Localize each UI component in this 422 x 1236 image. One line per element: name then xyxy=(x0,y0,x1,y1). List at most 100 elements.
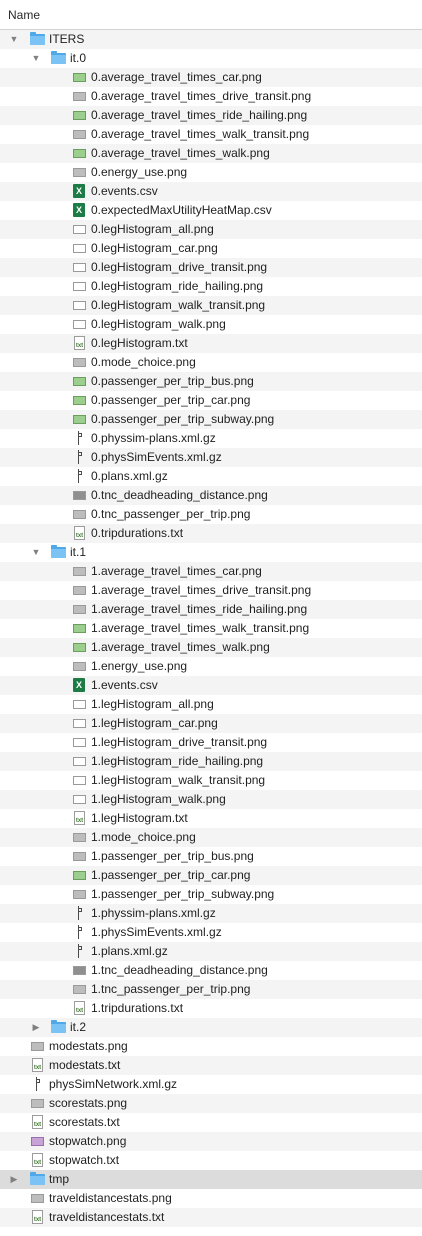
file-row[interactable]: 1.tnc_passenger_per_trip.png xyxy=(0,980,422,999)
file-name: 0.legHistogram_ride_hailing.png xyxy=(91,279,264,293)
image-file-icon xyxy=(72,355,86,369)
file-row[interactable]: 0.average_travel_times_ride_hailing.png xyxy=(0,106,422,125)
disclosure-collapsed-icon[interactable]: ▶ xyxy=(30,1018,42,1037)
image-file-icon xyxy=(30,1134,44,1148)
file-row[interactable]: 1.mode_choice.png xyxy=(0,828,422,847)
file-row[interactable]: 1.passenger_per_trip_subway.png xyxy=(0,885,422,904)
file-row[interactable]: 1.average_travel_times_walk_transit.png xyxy=(0,619,422,638)
file-row[interactable]: 1.legHistogram_all.png xyxy=(0,695,422,714)
file-row[interactable]: X 0.events.csv xyxy=(0,182,422,201)
file-row[interactable]: 0.physSimEvents.xml.gz xyxy=(0,448,422,467)
file-name: 0.physsim-plans.xml.gz xyxy=(91,431,216,445)
file-row[interactable]: 0.average_travel_times_walk.png xyxy=(0,144,422,163)
file-row[interactable]: 1.average_travel_times_drive_transit.png xyxy=(0,581,422,600)
file-row[interactable]: 1.legHistogram_drive_transit.png xyxy=(0,733,422,752)
file-row[interactable]: 0.passenger_per_trip_car.png xyxy=(0,391,422,410)
disclosure-expanded-icon[interactable]: ▼ xyxy=(30,49,42,68)
file-row[interactable]: 1.passenger_per_trip_car.png xyxy=(0,866,422,885)
file-row[interactable]: 1.energy_use.png xyxy=(0,657,422,676)
file-name: 1.average_travel_times_drive_transit.png xyxy=(91,583,312,597)
file-row[interactable]: 1.physsim-plans.xml.gz xyxy=(0,904,422,923)
file-name: 0.legHistogram_walk.png xyxy=(91,317,226,331)
file-row[interactable]: 1.legHistogram_ride_hailing.png xyxy=(0,752,422,771)
image-file-icon xyxy=(30,1039,44,1053)
file-row[interactable]: 0.passenger_per_trip_subway.png xyxy=(0,410,422,429)
file-row[interactable]: 1.legHistogram_car.png xyxy=(0,714,422,733)
file-name: 1.legHistogram_walk_transit.png xyxy=(91,773,266,787)
folder-row[interactable]: ▶ tmp xyxy=(0,1170,422,1189)
file-row[interactable]: 0.mode_choice.png xyxy=(0,353,422,372)
folder-row[interactable]: ▼ it.1 xyxy=(0,543,422,562)
file-row[interactable]: 0.legHistogram_all.png xyxy=(0,220,422,239)
image-file-icon xyxy=(72,659,86,673)
file-row[interactable]: txt modestats.txt xyxy=(0,1056,422,1075)
disclosure-expanded-icon[interactable]: ▼ xyxy=(30,543,42,562)
image-file-icon xyxy=(72,697,86,711)
file-row[interactable]: 0.legHistogram_drive_transit.png xyxy=(0,258,422,277)
file-row[interactable]: 0.energy_use.png xyxy=(0,163,422,182)
file-row[interactable]: 0.passenger_per_trip_bus.png xyxy=(0,372,422,391)
file-row[interactable]: txt 1.tripdurations.txt xyxy=(0,999,422,1018)
file-name: 0.physSimEvents.xml.gz xyxy=(91,450,222,464)
column-header: Name xyxy=(0,0,422,30)
file-row[interactable]: X 0.expectedMaxUtilityHeatMap.csv xyxy=(0,201,422,220)
file-row[interactable]: 1.physSimEvents.xml.gz xyxy=(0,923,422,942)
file-row[interactable]: 0.tnc_passenger_per_trip.png xyxy=(0,505,422,524)
image-file-icon xyxy=(72,260,86,274)
file-row[interactable]: X 1.events.csv xyxy=(0,676,422,695)
file-name: 0.average_travel_times_drive_transit.png xyxy=(91,89,312,103)
file-row[interactable]: txt scorestats.txt xyxy=(0,1113,422,1132)
disclosure-expanded-icon[interactable]: ▼ xyxy=(8,30,20,49)
name-column-header[interactable]: Name xyxy=(8,8,40,22)
disclosure-collapsed-icon[interactable]: ▶ xyxy=(8,1170,20,1189)
folder-row[interactable]: ▼ it.0 xyxy=(0,49,422,68)
file-row[interactable]: 1.plans.xml.gz xyxy=(0,942,422,961)
file-row[interactable]: 0.legHistogram_walk.png xyxy=(0,315,422,334)
file-row[interactable]: txt 0.legHistogram.txt xyxy=(0,334,422,353)
file-row[interactable]: 0.tnc_deadheading_distance.png xyxy=(0,486,422,505)
file-row[interactable]: 0.legHistogram_walk_transit.png xyxy=(0,296,422,315)
image-file-icon xyxy=(72,602,86,616)
file-row[interactable]: txt stopwatch.txt xyxy=(0,1151,422,1170)
file-row[interactable]: 1.passenger_per_trip_bus.png xyxy=(0,847,422,866)
file-name: 0.legHistogram.txt xyxy=(91,336,188,350)
folder-row[interactable]: ▶ it.2 xyxy=(0,1018,422,1037)
file-row[interactable]: 1.average_travel_times_walk.png xyxy=(0,638,422,657)
image-file-icon xyxy=(72,564,86,578)
file-row[interactable]: physSimNetwork.xml.gz xyxy=(0,1075,422,1094)
file-row[interactable]: 0.legHistogram_ride_hailing.png xyxy=(0,277,422,296)
file-row[interactable]: 0.average_travel_times_walk_transit.png xyxy=(0,125,422,144)
file-name: 0.average_travel_times_ride_hailing.png xyxy=(91,108,308,122)
file-row[interactable]: 1.average_travel_times_ride_hailing.png xyxy=(0,600,422,619)
file-row[interactable]: 0.average_travel_times_car.png xyxy=(0,68,422,87)
image-file-icon xyxy=(30,1096,44,1110)
file-row[interactable]: 0.physsim-plans.xml.gz xyxy=(0,429,422,448)
file-row[interactable]: stopwatch.png xyxy=(0,1132,422,1151)
file-row[interactable]: modestats.png xyxy=(0,1037,422,1056)
folder-name: it.2 xyxy=(70,1020,87,1034)
file-row[interactable]: scorestats.png xyxy=(0,1094,422,1113)
folder-row[interactable]: ▼ ITERS xyxy=(0,30,422,49)
image-file-icon xyxy=(72,507,86,521)
image-file-icon xyxy=(72,165,86,179)
file-row[interactable]: txt traveldistancestats.txt xyxy=(0,1208,422,1227)
text-file-icon: txt xyxy=(72,336,86,350)
file-row[interactable]: traveldistancestats.png xyxy=(0,1189,422,1208)
file-row[interactable]: txt 0.tripdurations.txt xyxy=(0,524,422,543)
image-file-icon xyxy=(72,146,86,160)
file-row[interactable]: 0.legHistogram_car.png xyxy=(0,239,422,258)
image-file-icon xyxy=(72,830,86,844)
file-row[interactable]: 0.plans.xml.gz xyxy=(0,467,422,486)
file-row[interactable]: 0.average_travel_times_drive_transit.png xyxy=(0,87,422,106)
file-row[interactable]: 1.legHistogram_walk.png xyxy=(0,790,422,809)
file-row[interactable]: 1.legHistogram_walk_transit.png xyxy=(0,771,422,790)
folder-icon xyxy=(51,545,66,559)
file-name: 0.tnc_passenger_per_trip.png xyxy=(91,507,251,521)
file-name: 1.legHistogram_ride_hailing.png xyxy=(91,754,264,768)
file-name: 0.passenger_per_trip_car.png xyxy=(91,393,251,407)
file-row[interactable]: 1.tnc_deadheading_distance.png xyxy=(0,961,422,980)
file-name: 0.legHistogram_car.png xyxy=(91,241,218,255)
image-file-icon xyxy=(72,393,86,407)
file-row[interactable]: 1.average_travel_times_car.png xyxy=(0,562,422,581)
file-row[interactable]: txt 1.legHistogram.txt xyxy=(0,809,422,828)
